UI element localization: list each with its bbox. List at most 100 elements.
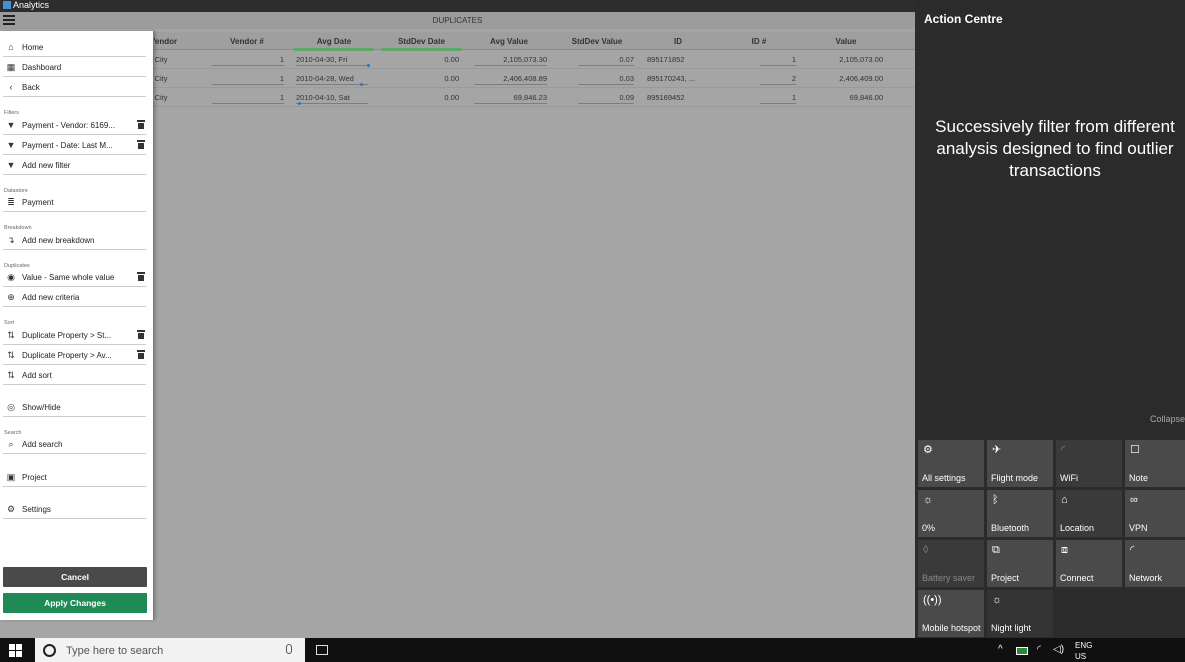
wifi-icon[interactable]: ◜ [1037, 644, 1041, 655]
project-button[interactable]: ▣ Project [3, 467, 146, 487]
menu-item-back[interactable]: ‹ Back [3, 77, 146, 97]
tile-label: Network [1129, 573, 1163, 583]
sort-icon: ⇅ [7, 330, 15, 340]
col-header-stddev-date[interactable]: StdDev Date [381, 37, 462, 51]
cell-avg-value: 69,846.23 [474, 93, 547, 104]
sort-item[interactable]: ⇅ Duplicate Property > St... [3, 325, 146, 345]
menu-item-label: Settings [22, 505, 51, 514]
col-header-id[interactable]: ID [645, 37, 711, 46]
collapse-link[interactable]: Collapse [1150, 414, 1185, 424]
add-sort-button[interactable]: ⇅ Add sort [3, 365, 146, 385]
cell-stddev-date: 0.00 [444, 55, 459, 64]
cortana-icon [43, 644, 56, 657]
notification-message: Successively filter from different analy… [935, 117, 1175, 180]
menu-item-label: Show/Hide [22, 403, 61, 412]
filter-icon: ▼ [6, 160, 16, 170]
show-hide-button[interactable]: ◎ Show/Hide [3, 397, 146, 417]
cancel-button[interactable]: Cancel [3, 567, 147, 587]
tile-bluetooth[interactable]: ᛒ Bluetooth [987, 490, 1053, 537]
tile-label: Flight mode [991, 473, 1039, 483]
add-circle-icon: ⊕ [7, 292, 15, 302]
tile-battery-saver[interactable]: ◊ Battery saver [918, 540, 984, 587]
col-header-avg-date[interactable]: Avg Date [294, 37, 374, 51]
trash-icon[interactable] [137, 350, 145, 359]
tile-brightness[interactable]: ☼ 0% [918, 490, 984, 537]
cell-avg-date: 2010-04-10, Sat [296, 93, 368, 104]
add-filter-button[interactable]: ▼ Add new filter [3, 155, 146, 175]
filter-label: Payment - Date: Last M... [22, 141, 113, 150]
dashboard-icon: ▦ [6, 62, 16, 72]
taskbar-search-box[interactable]: Type here to search [35, 638, 305, 662]
microphone-icon[interactable] [286, 644, 292, 654]
tile-project[interactable]: ⧉ Project [987, 540, 1053, 587]
battery-saver-icon: ◊ [923, 544, 929, 556]
night-light-icon: ☼ [992, 594, 1003, 606]
trash-icon[interactable] [137, 120, 145, 129]
tile-label: VPN [1129, 523, 1148, 533]
eye-icon: ◎ [7, 402, 15, 412]
menu-item-label: Add new filter [22, 161, 71, 170]
brightness-icon: ☼ [923, 494, 934, 506]
tile-wifi[interactable]: ◜ WiFi [1056, 440, 1122, 487]
settings-button[interactable]: ⚙ Settings [3, 499, 146, 519]
action-centre-title: Action Centre [924, 12, 1003, 26]
sort-label: Duplicate Property > Av... [22, 351, 112, 360]
sort-item[interactable]: ⇅ Duplicate Property > Av... [3, 345, 146, 365]
date-marker [367, 64, 370, 67]
project-display-icon: ⧉ [992, 544, 1000, 556]
date-marker [360, 83, 363, 86]
connect-icon: ⧈ [1061, 544, 1068, 556]
cell-stddev-date: 0.00 [444, 93, 459, 102]
tile-label: Battery saver [922, 573, 976, 583]
tile-label: Mobile hotspot [922, 623, 981, 633]
menu-item-label: Add sort [22, 371, 52, 380]
tile-connect[interactable]: ⧈ Connect [1056, 540, 1122, 587]
col-header-vendor[interactable]: Vendor [150, 37, 190, 46]
tile-all-settings[interactable]: ⚙ All settings [918, 440, 984, 487]
menu-item-dashboard[interactable]: ▦ Dashboard [3, 57, 146, 77]
col-header-vendor-no[interactable]: Vendor # [210, 37, 284, 46]
trash-icon[interactable] [137, 272, 145, 281]
add-breakdown-button[interactable]: ↴ Add new breakdown [3, 230, 146, 250]
col-header-id-no[interactable]: ID # [722, 37, 796, 46]
menu-item-label: Back [22, 83, 40, 92]
taskbar: Type here to search ^ ◜ ◁) ENG US [0, 638, 1185, 662]
col-header-avg-value[interactable]: Avg Value [472, 37, 546, 46]
chevron-left-icon: ‹ [9, 82, 13, 92]
tile-location[interactable]: ⌂ Location [1056, 490, 1122, 537]
tile-flight-mode[interactable]: ✈ Flight mode [987, 440, 1053, 487]
window-title: Analytics [13, 0, 50, 10]
add-criteria-button[interactable]: ⊕ Add new criteria [3, 287, 146, 307]
cell-stddev-value: 0.03 [578, 74, 634, 85]
col-header-stddev-value[interactable]: StdDev Value [558, 37, 636, 46]
datastore-label: Payment [22, 198, 54, 207]
menu-item-label: Add search [22, 440, 63, 449]
col-header-value[interactable]: Value [810, 37, 882, 46]
datastore-item[interactable]: ≣ Payment [3, 192, 146, 212]
location-icon: ⌂ [1061, 494, 1068, 506]
battery-icon[interactable] [1016, 647, 1028, 655]
tile-note[interactable]: ☐ Note [1125, 440, 1185, 487]
cell-value: 2,406,409.00 [839, 74, 883, 83]
cell-id: 895169452 [647, 93, 685, 102]
volume-icon[interactable]: ◁) [1053, 644, 1064, 655]
windows-start-icon[interactable] [9, 644, 22, 657]
add-search-button[interactable]: ⌕ Add search [3, 434, 146, 454]
tile-network[interactable]: ◜ Network [1125, 540, 1185, 587]
duplicate-criteria-item[interactable]: ◉ Value - Same whole value [3, 267, 146, 287]
tile-night-light[interactable]: ☼ Night light [987, 590, 1053, 637]
sort-label: Duplicate Property > St... [22, 331, 112, 340]
criteria-label: Value - Same whole value [22, 273, 115, 282]
tile-mobile-hotspot[interactable]: ((•)) Mobile hotspot [918, 590, 984, 637]
trash-icon[interactable] [137, 330, 145, 339]
task-view-icon[interactable] [316, 645, 328, 655]
cell-avg-date: 2010-04-30, Fri [296, 55, 368, 66]
tile-vpn[interactable]: ∞ VPN [1125, 490, 1185, 537]
filter-item[interactable]: ▼ Payment - Vendor: 6169... [3, 115, 146, 135]
filter-item[interactable]: ▼ Payment - Date: Last M... [3, 135, 146, 155]
trash-icon[interactable] [137, 140, 145, 149]
language-indicator[interactable]: ENG US [1075, 640, 1092, 662]
apply-changes-button[interactable]: Apply Changes [3, 593, 147, 613]
chevron-up-icon[interactable]: ^ [998, 644, 1003, 655]
menu-item-home[interactable]: ⌂ Home [3, 37, 146, 57]
